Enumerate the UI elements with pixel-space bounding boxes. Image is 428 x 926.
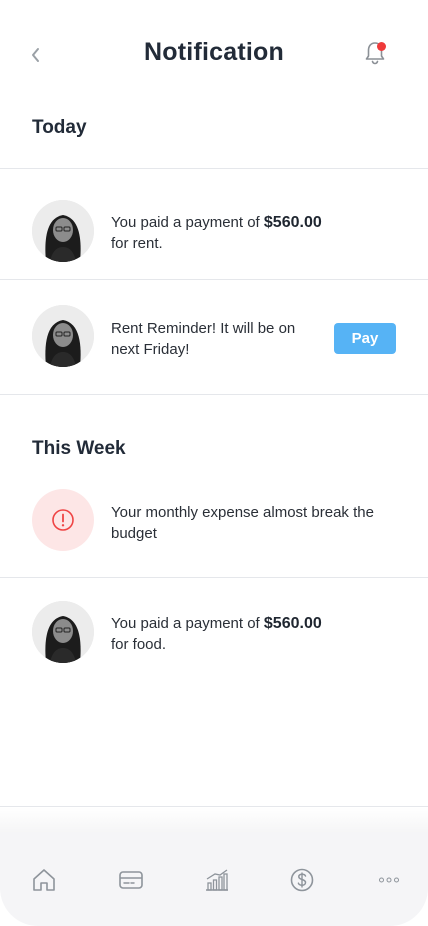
notification-text: Your monthly expense almost break the bu… — [111, 504, 374, 542]
payment-amount: $560.00 — [263, 214, 322, 231]
notification-item[interactable]: Your monthly expense almost break the bu… — [0, 480, 428, 577]
more-icon — [379, 877, 399, 883]
tab-more[interactable] — [374, 865, 404, 895]
bell-icon — [365, 42, 385, 65]
section-title-today: Today — [32, 117, 87, 138]
tab-home[interactable] — [29, 865, 59, 895]
card-icon — [119, 871, 143, 889]
chart-icon — [206, 869, 228, 891]
home-icon — [33, 869, 55, 891]
notification-item[interactable]: You paid a payment of $560.00 for food. — [0, 578, 428, 688]
notification-text: Rent Reminder! It will be on next Friday… — [111, 320, 296, 358]
payment-amount: $560.00 — [263, 615, 322, 632]
header: Notification — [0, 0, 428, 110]
avatar — [32, 200, 94, 262]
notification-item[interactable]: Rent Reminder! It will be on next Friday… — [0, 280, 428, 394]
tab-statistics[interactable] — [202, 865, 232, 895]
divider — [0, 394, 428, 395]
section-title-this-week: This Week — [32, 438, 126, 459]
notification-text: You paid a payment of $560.00 for rent. — [111, 214, 322, 252]
notification-text: You paid a payment of $560.00 for food. — [111, 615, 322, 653]
tab-payments[interactable] — [287, 865, 317, 895]
alert-badge — [32, 489, 94, 551]
dollar-icon — [290, 868, 314, 892]
avatar — [32, 305, 94, 367]
notification-bell-button[interactable] — [360, 38, 390, 68]
alert-icon — [52, 509, 74, 531]
notification-item[interactable]: You paid a payment of $560.00 for rent. — [0, 169, 428, 279]
bottom-tab-bar — [0, 832, 428, 926]
notification-badge — [377, 42, 386, 51]
pay-button[interactable]: Pay — [334, 323, 396, 354]
avatar — [32, 601, 94, 663]
tab-cards[interactable] — [116, 865, 146, 895]
